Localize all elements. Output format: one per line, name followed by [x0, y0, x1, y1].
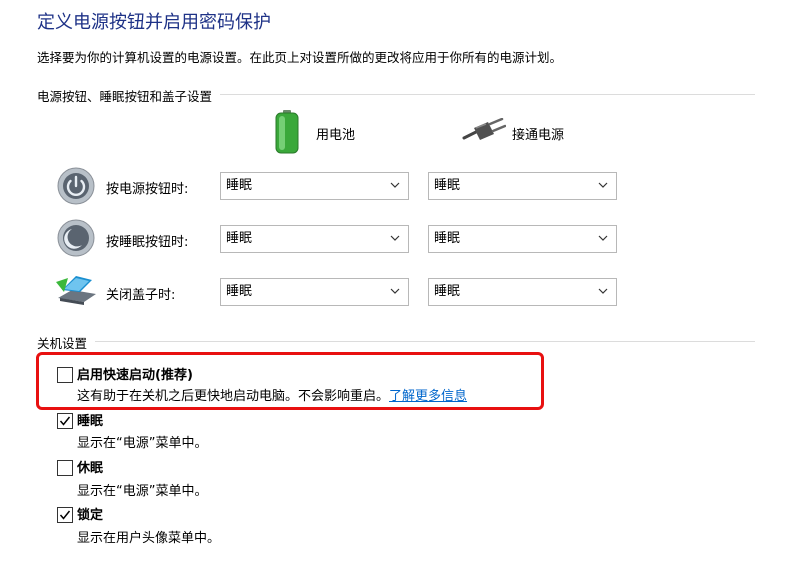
page-title: 定义电源按钮并启用密码保护: [37, 12, 271, 33]
hibernate-option-label[interactable]: 休眠: [77, 457, 103, 476]
shutdown-section-heading: 关机设置: [37, 333, 96, 352]
chevron-down-icon: [598, 235, 608, 241]
buttons-section-heading: 电源按钮、睡眠按钮和盖子设置: [37, 86, 221, 105]
hibernate-checkbox[interactable]: [57, 460, 73, 476]
sleep-button-battery-select[interactable]: 睡眠: [220, 225, 409, 253]
sleep-button-icon: [56, 218, 96, 262]
laptop-lid-icon: [54, 272, 98, 312]
power-plug-icon: [462, 117, 507, 150]
power-button-icon: [56, 166, 96, 210]
sleep-checkbox[interactable]: [57, 413, 73, 429]
sleep-option-description: 显示在“电源”菜单中。: [77, 436, 208, 451]
page-description: 选择要为你的计算机设置的电源设置。在此页上对设置所做的更改将应用于你所有的电源计…: [37, 50, 563, 65]
power-button-label: 按电源按钮时:: [106, 182, 189, 197]
hibernate-option-description: 显示在“电源”菜单中。: [77, 484, 208, 499]
battery-icon: [273, 110, 301, 158]
select-value: 睡眠: [226, 284, 253, 299]
lid-close-label: 关闭盖子时:: [106, 288, 176, 303]
sleep-option-label[interactable]: 睡眠: [77, 410, 103, 429]
chevron-down-icon: [598, 288, 608, 294]
plugged-column-label: 接通电源: [512, 128, 565, 143]
lock-option-label[interactable]: 锁定: [77, 504, 103, 523]
section-divider: [37, 341, 755, 342]
chevron-down-icon: [390, 288, 400, 294]
fast-startup-description-text: 这有助于在关机之后更快地启动电脑。不会影响重启。: [77, 389, 390, 404]
lock-option-description: 显示在用户头像菜单中。: [77, 531, 221, 546]
select-value: 睡眠: [434, 178, 461, 193]
lock-checkbox[interactable]: [57, 507, 73, 523]
battery-column-label: 用电池: [316, 128, 356, 143]
select-value: 睡眠: [226, 231, 253, 246]
sleep-button-label: 按睡眠按钮时:: [106, 235, 189, 250]
lid-close-battery-select[interactable]: 睡眠: [220, 278, 409, 306]
checkmark-icon: [59, 510, 71, 520]
chevron-down-icon: [598, 182, 608, 188]
fast-startup-description: 这有助于在关机之后更快地启动电脑。不会影响重启。了解更多信息: [77, 385, 467, 404]
sleep-button-plugged-select[interactable]: 睡眠: [428, 225, 617, 253]
fast-startup-checkbox[interactable]: [57, 367, 73, 383]
checkmark-icon: [59, 416, 71, 426]
chevron-down-icon: [390, 182, 400, 188]
chevron-down-icon: [390, 235, 400, 241]
fast-startup-label[interactable]: 启用快速启动(推荐): [77, 364, 193, 383]
select-value: 睡眠: [434, 231, 461, 246]
learn-more-link[interactable]: 了解更多信息: [389, 389, 467, 404]
power-button-plugged-select[interactable]: 睡眠: [428, 172, 617, 200]
select-value: 睡眠: [434, 284, 461, 299]
power-button-battery-select[interactable]: 睡眠: [220, 172, 409, 200]
select-value: 睡眠: [226, 178, 253, 193]
lid-close-plugged-select[interactable]: 睡眠: [428, 278, 617, 306]
